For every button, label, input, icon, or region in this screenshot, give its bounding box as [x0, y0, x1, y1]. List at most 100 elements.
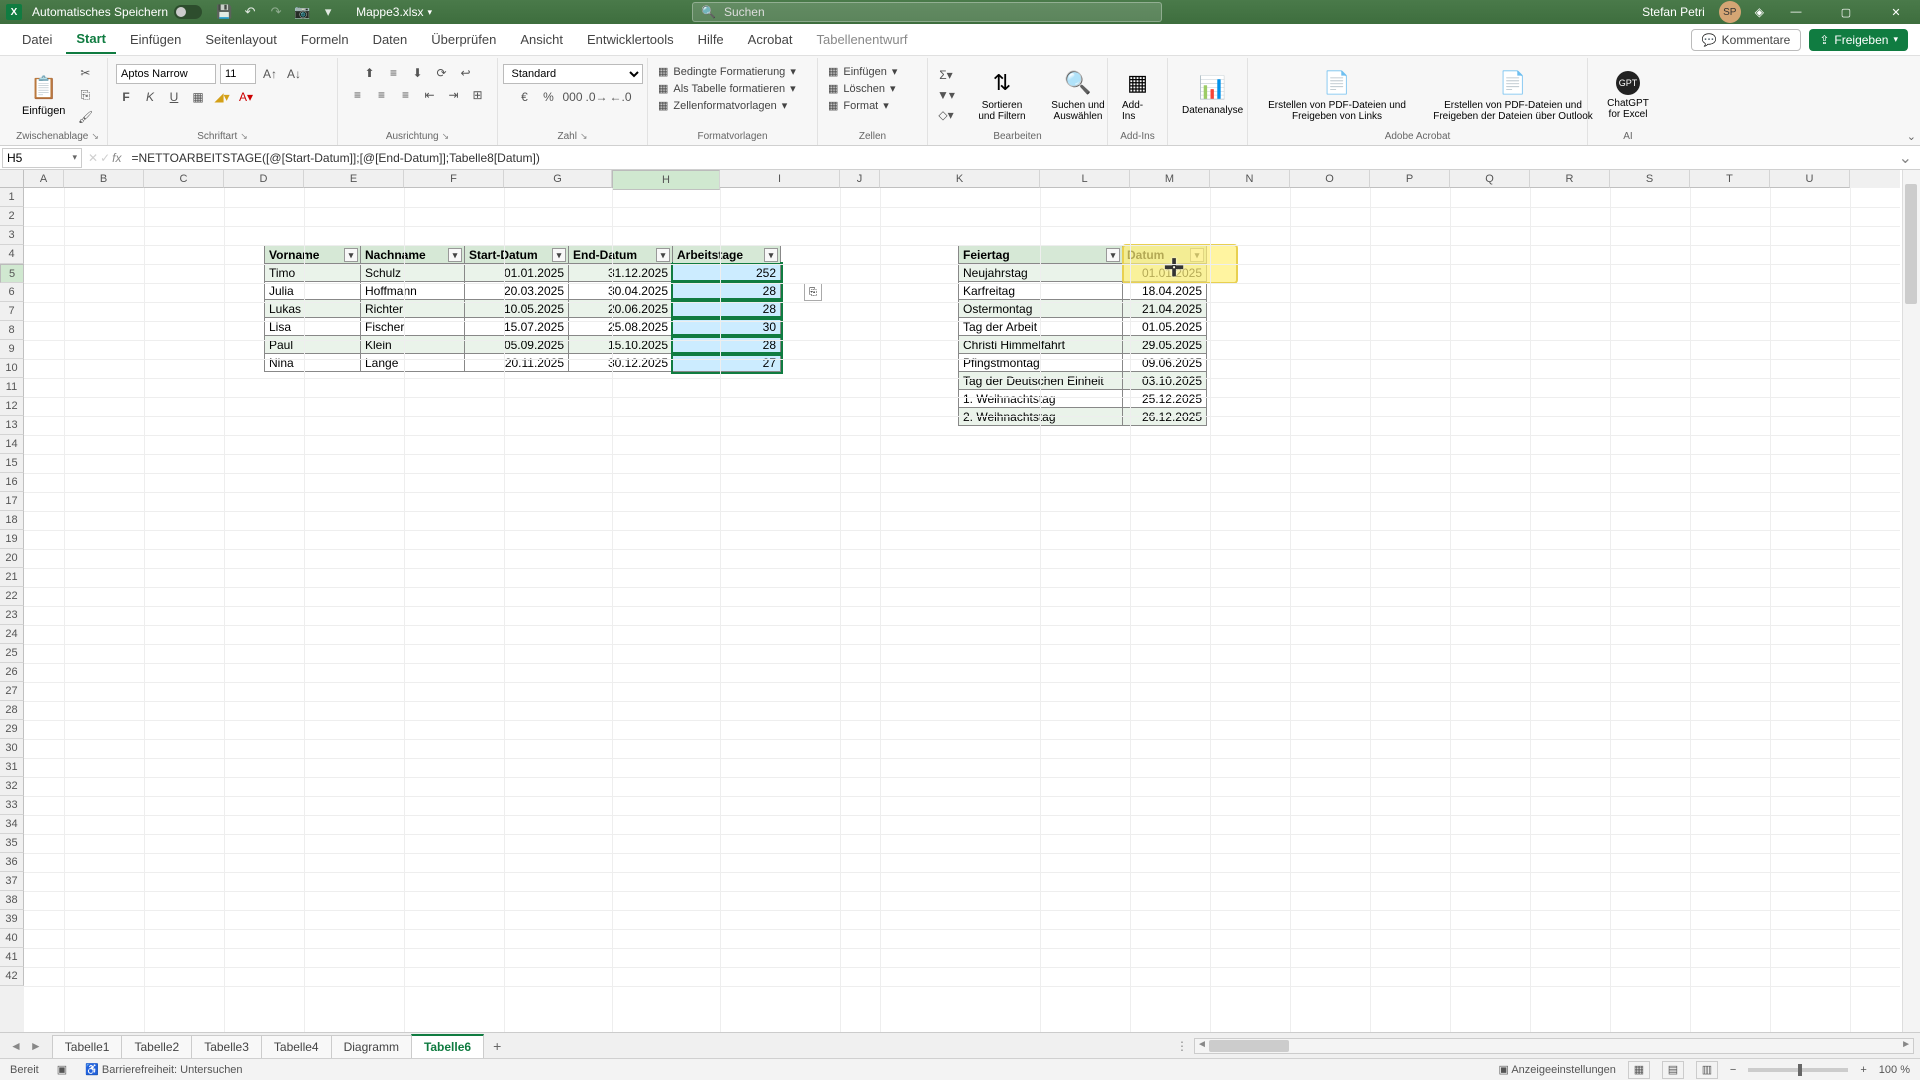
split-handle-icon[interactable]: ⋮: [1170, 1039, 1194, 1053]
row-header-18[interactable]: 18: [0, 511, 24, 530]
row-header-37[interactable]: 37: [0, 872, 24, 891]
chatgpt-button[interactable]: GPTChatGPT for Excel: [1596, 69, 1660, 122]
row-header-41[interactable]: 41: [0, 948, 24, 967]
find-select-button[interactable]: 🔍Suchen und Auswählen: [1042, 67, 1114, 124]
macro-record-icon[interactable]: ▣: [57, 1063, 67, 1076]
pdf-links-button[interactable]: 📄Erstellen von PDF-Dateien und Freigeben…: [1256, 67, 1418, 124]
addins-button[interactable]: ▦Add-Ins: [1116, 67, 1159, 124]
launcher-icon[interactable]: ↘: [240, 131, 248, 142]
merge-icon[interactable]: ⊞: [468, 86, 488, 104]
font-color-icon[interactable]: A▾: [236, 88, 256, 106]
table-row[interactable]: TimoSchulz01.01.202531.12.2025252: [265, 264, 781, 282]
collapse-ribbon-icon[interactable]: ⌄: [1907, 130, 1916, 143]
fill-icon[interactable]: ▼▾: [936, 86, 956, 104]
camera-icon[interactable]: 📷: [294, 4, 310, 20]
zoom-slider[interactable]: [1748, 1068, 1848, 1072]
filter-dropdown-icon[interactable]: ▾: [1106, 248, 1120, 262]
table-row[interactable]: PaulKlein05.09.202515.10.202528: [265, 336, 781, 354]
tab-tabellenentwurf[interactable]: Tabellenentwurf: [806, 26, 917, 53]
row-header-33[interactable]: 33: [0, 796, 24, 815]
copy-icon[interactable]: ⎘: [75, 86, 95, 104]
autofill-options-icon[interactable]: ⎘: [804, 283, 822, 301]
comments-button[interactable]: 💬Kommentare: [1691, 29, 1802, 51]
sheet-tab-tabelle6[interactable]: Tabelle6: [411, 1034, 484, 1058]
sheet-tab-diagramm[interactable]: Diagramm: [331, 1035, 412, 1058]
table-header[interactable]: Nachname▾: [361, 246, 465, 264]
table-row[interactable]: JuliaHoffmann20.03.202530.04.202528: [265, 282, 781, 300]
table-row[interactable]: Tag der Deutschen Einheit03.10.2025: [959, 372, 1207, 390]
table-cell[interactable]: Schulz: [361, 264, 465, 282]
row-header-30[interactable]: 30: [0, 739, 24, 758]
tab-daten[interactable]: Daten: [363, 26, 418, 53]
col-header-C[interactable]: C: [144, 170, 224, 188]
tab-formeln[interactable]: Formeln: [291, 26, 359, 53]
row-header-15[interactable]: 15: [0, 454, 24, 473]
normal-view-icon[interactable]: ▦: [1628, 1061, 1650, 1079]
zoom-out-icon[interactable]: −: [1730, 1064, 1736, 1076]
col-header-A[interactable]: A: [24, 170, 64, 188]
sheet-next-icon[interactable]: ►: [30, 1039, 42, 1053]
table-cell[interactable]: 20.03.2025: [465, 282, 569, 300]
table-header[interactable]: End-Datum▾: [569, 246, 673, 264]
launcher-icon[interactable]: ↘: [442, 131, 450, 142]
row-header-32[interactable]: 32: [0, 777, 24, 796]
row-header-13[interactable]: 13: [0, 416, 24, 435]
row-header-17[interactable]: 17: [0, 492, 24, 511]
fill-color-icon[interactable]: ◢▾: [212, 88, 232, 106]
expand-formula-icon[interactable]: ⌄: [1891, 148, 1920, 168]
tab-ueberpruefen[interactable]: Überprüfen: [421, 26, 506, 53]
col-header-U[interactable]: U: [1770, 170, 1850, 188]
row-header-8[interactable]: 8: [0, 321, 24, 340]
tab-start[interactable]: Start: [66, 25, 116, 54]
table-cell[interactable]: Nina: [265, 354, 361, 372]
minimize-button[interactable]: —: [1778, 0, 1814, 24]
page-break-view-icon[interactable]: ▥: [1696, 1061, 1718, 1079]
table-cell[interactable]: 30.04.2025: [569, 282, 673, 300]
row-header-36[interactable]: 36: [0, 853, 24, 872]
data-analysis-button[interactable]: 📊Datenanalyse: [1176, 72, 1249, 118]
row-header-3[interactable]: 3: [0, 226, 24, 245]
sheet-tab-tabelle2[interactable]: Tabelle2: [121, 1035, 192, 1058]
fx-icon[interactable]: fx: [112, 151, 121, 165]
col-header-N[interactable]: N: [1210, 170, 1290, 188]
tab-hilfe[interactable]: Hilfe: [688, 26, 734, 53]
col-header-F[interactable]: F: [404, 170, 504, 188]
horizontal-scrollbar[interactable]: ◄ ►: [1194, 1038, 1914, 1054]
bold-button[interactable]: F: [116, 88, 136, 106]
tab-ansicht[interactable]: Ansicht: [510, 26, 573, 53]
row-header-23[interactable]: 23: [0, 606, 24, 625]
row-header-31[interactable]: 31: [0, 758, 24, 777]
filter-dropdown-icon[interactable]: ▾: [764, 248, 778, 262]
zoom-level[interactable]: 100 %: [1879, 1064, 1910, 1076]
vertical-scrollbar[interactable]: [1902, 170, 1920, 1072]
chevron-down-icon[interactable]: ▾: [72, 152, 77, 163]
table-cell[interactable]: 05.09.2025: [465, 336, 569, 354]
table-cell[interactable]: 01.01.2025: [465, 264, 569, 282]
close-button[interactable]: ✕: [1878, 0, 1914, 24]
col-header-R[interactable]: R: [1530, 170, 1610, 188]
table-cell[interactable]: Timo: [265, 264, 361, 282]
col-header-J[interactable]: J: [840, 170, 880, 188]
increase-font-icon[interactable]: A↑: [260, 65, 280, 83]
display-settings-button[interactable]: ▣ Anzeigeeinstellungen: [1498, 1063, 1615, 1076]
row-header-24[interactable]: 24: [0, 625, 24, 644]
launcher-icon[interactable]: ↘: [91, 131, 99, 142]
percent-icon[interactable]: %: [539, 88, 559, 106]
increase-decimal-icon[interactable]: .0→: [587, 88, 607, 106]
tab-datei[interactable]: Datei: [12, 26, 62, 53]
col-header-L[interactable]: L: [1040, 170, 1130, 188]
formula-input[interactable]: =NETTOARBEITSTAGE([@[Start-Datum]];[@[En…: [125, 151, 1890, 165]
row-header-28[interactable]: 28: [0, 701, 24, 720]
table-cell[interactable]: 27: [673, 354, 781, 372]
accessibility-status[interactable]: ♿ Barrierefreiheit: Untersuchen: [85, 1063, 242, 1076]
row-header-4[interactable]: 4: [0, 245, 24, 264]
table-cell[interactable]: Lange: [361, 354, 465, 372]
currency-icon[interactable]: €: [515, 88, 535, 106]
search-box[interactable]: 🔍 Suchen: [692, 2, 1162, 22]
filter-dropdown-icon[interactable]: ▾: [344, 248, 358, 262]
page-layout-view-icon[interactable]: ▤: [1662, 1061, 1684, 1079]
col-header-K[interactable]: K: [880, 170, 1040, 188]
redo-icon[interactable]: ↷: [268, 4, 284, 20]
sheet-prev-icon[interactable]: ◄: [10, 1039, 22, 1053]
col-header-B[interactable]: B: [64, 170, 144, 188]
